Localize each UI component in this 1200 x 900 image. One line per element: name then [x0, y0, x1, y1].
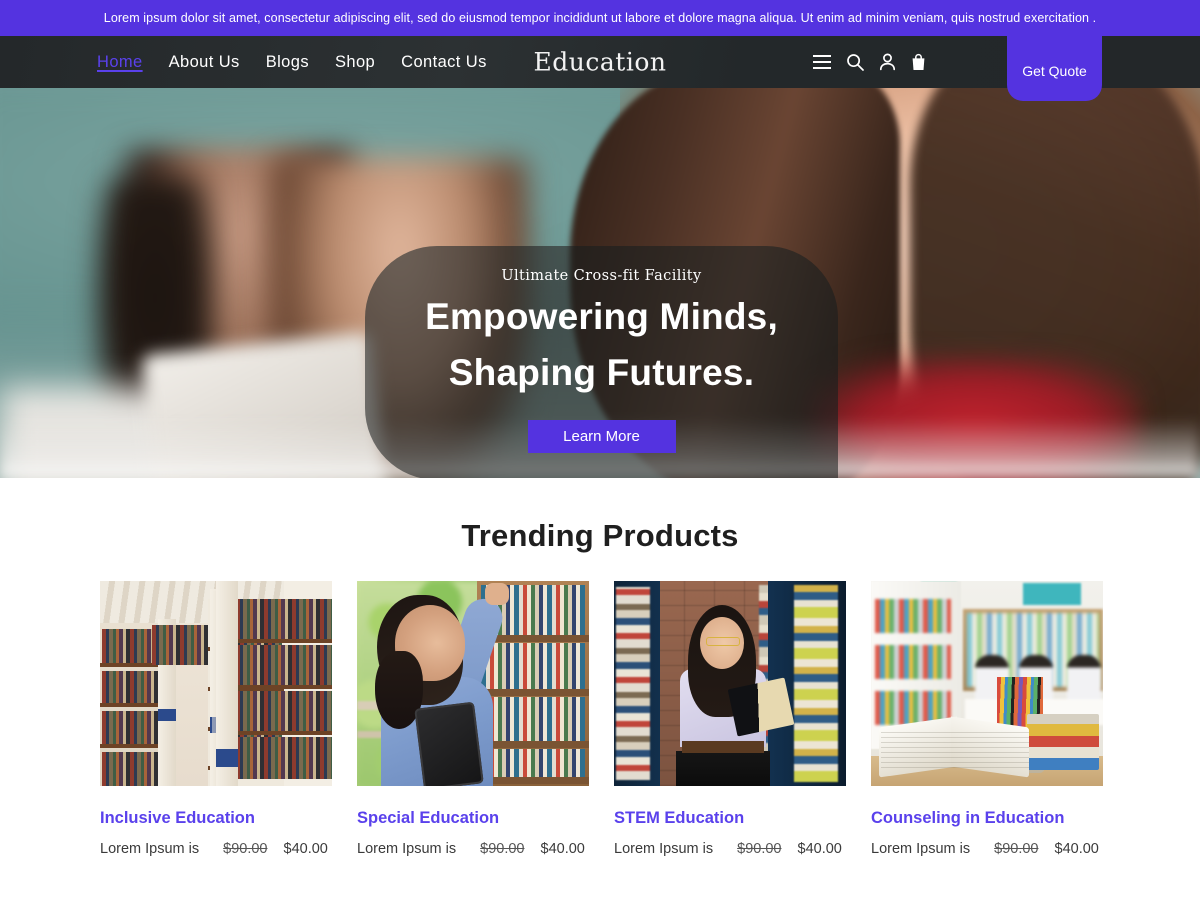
nav-item-about-us[interactable]: About Us — [169, 53, 240, 72]
product-price-new: $40.00 — [283, 841, 328, 857]
product-description: Lorem Ipsum is — [357, 841, 457, 857]
get-quote-button[interactable]: Get Quote — [1007, 35, 1102, 101]
product-price-new: $40.00 — [1054, 841, 1099, 857]
nav-item-shop[interactable]: Shop — [335, 53, 375, 72]
hero-eyebrow: Ultimate Cross-fit Facility — [501, 268, 702, 284]
product-price-old: $90.00 — [737, 841, 782, 857]
hamburger-menu-icon[interactable] — [813, 55, 831, 69]
product-price-old: $90.00 — [480, 841, 525, 857]
product-image-special-education[interactable] — [357, 581, 589, 786]
hero-title-line-2: Shaping Futures. — [448, 352, 755, 393]
product-title[interactable]: Counseling in Education — [871, 809, 1103, 828]
product-price-new: $40.00 — [540, 841, 585, 857]
hero-section: Ultimate Cross-fit Facility Empowering M… — [0, 88, 1200, 478]
product-card-row: Inclusive Education Lorem Ipsum is $90.0… — [0, 554, 1200, 857]
product-price-old: $90.00 — [994, 841, 1039, 857]
site-header: Home About Us Blogs Shop Contact Us Educ… — [0, 35, 1200, 101]
product-description: Lorem Ipsum is — [871, 841, 971, 857]
header-icon-group — [813, 53, 926, 71]
product-card: Counseling in Education Lorem Ipsum is $… — [871, 581, 1103, 857]
product-description: Lorem Ipsum is — [614, 841, 714, 857]
product-price-new: $40.00 — [797, 841, 842, 857]
announcement-text: Lorem ipsum dolor sit amet, consectetur … — [103, 11, 1097, 25]
product-description: Lorem Ipsum is — [100, 841, 200, 857]
product-title[interactable]: STEM Education — [614, 809, 846, 828]
product-meta: Lorem Ipsum is $90.00 $40.00 — [614, 841, 846, 857]
product-meta: Lorem Ipsum is $90.00 $40.00 — [100, 841, 332, 857]
product-image-counseling-in-education[interactable] — [871, 581, 1103, 786]
product-title[interactable]: Inclusive Education — [100, 809, 332, 828]
trending-products-section: Trending Products Inclusive Education Lo… — [0, 478, 1200, 857]
product-title[interactable]: Special Education — [357, 809, 589, 828]
product-image-stem-education[interactable] — [614, 581, 846, 786]
product-meta: Lorem Ipsum is $90.00 $40.00 — [357, 841, 589, 857]
page-root: Lorem ipsum dolor sit amet, consectetur … — [0, 0, 1200, 900]
learn-more-button[interactable]: Learn More — [527, 420, 676, 453]
product-card: STEM Education Lorem Ipsum is $90.00 $40… — [614, 581, 846, 857]
product-price-old: $90.00 — [223, 841, 268, 857]
hero-content: Ultimate Cross-fit Facility Empowering M… — [365, 246, 838, 478]
product-image-inclusive-education[interactable] — [100, 581, 332, 786]
hero-title: Empowering Minds, Shaping Futures. — [425, 298, 778, 391]
nav-item-blogs[interactable]: Blogs — [266, 53, 309, 72]
shopping-bag-icon[interactable] — [911, 53, 926, 71]
section-title: Trending Products — [461, 518, 739, 553]
product-meta: Lorem Ipsum is $90.00 $40.00 — [871, 841, 1103, 857]
user-account-icon[interactable] — [879, 53, 896, 71]
product-card: Inclusive Education Lorem Ipsum is $90.0… — [100, 581, 332, 857]
nav-item-home[interactable]: Home — [97, 53, 143, 72]
announcement-bar: Lorem ipsum dolor sit amet, consectetur … — [0, 0, 1200, 36]
search-icon[interactable] — [846, 53, 864, 71]
product-card: Special Education Lorem Ipsum is $90.00 … — [357, 581, 589, 857]
hero-title-line-1: Empowering Minds, — [425, 296, 778, 337]
main-navigation: Home About Us Blogs Shop Contact Us — [97, 53, 487, 72]
nav-item-contact-us[interactable]: Contact Us — [401, 53, 487, 72]
